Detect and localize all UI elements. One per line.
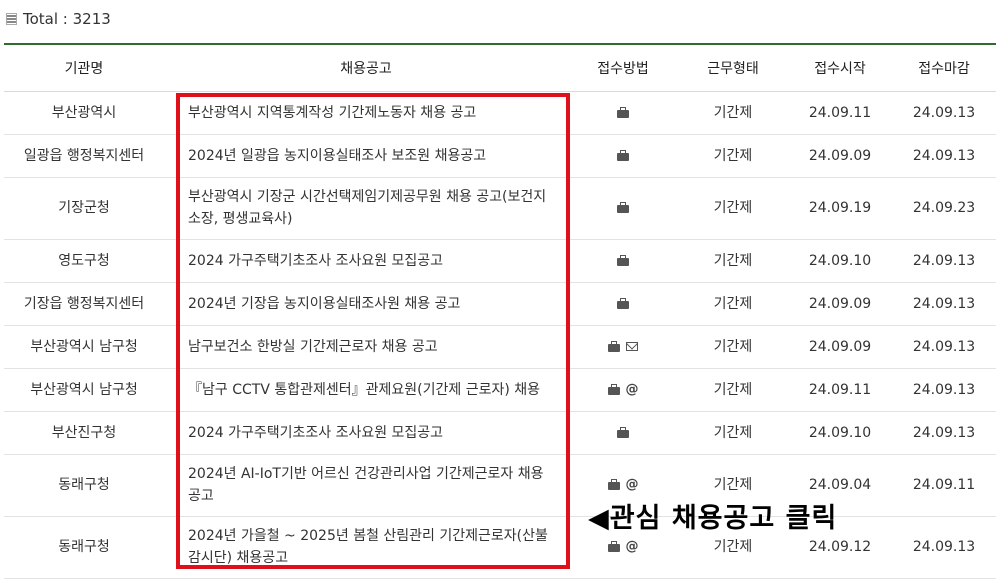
col-header-title: 채용공고	[164, 43, 568, 92]
briefcase-icon	[607, 541, 620, 552]
org-cell: 영도구청	[4, 239, 164, 283]
at-icon: @	[625, 539, 639, 554]
method-cell	[568, 134, 678, 178]
end-date-cell: 24.09.13	[892, 368, 996, 412]
work-type-cell: 기간제	[678, 177, 788, 240]
table-row[interactable]: 부산광역시 남구청 남구보건소 한방실 기간제근로자 채용 공고 기간제 24.09.…	[4, 325, 996, 369]
col-header-end: 접수마감	[892, 43, 996, 92]
end-date-cell: 24.09.13	[892, 282, 996, 326]
list-icon	[6, 13, 17, 25]
table-row[interactable]: 동래구청 2024년 가을철 ~ 2025년 봄철 산림관리 기간제근로자(산불감…	[4, 516, 996, 579]
end-date-cell: 24.09.13	[892, 411, 996, 455]
start-date-cell: 24.09.09	[788, 134, 892, 178]
org-cell: 부산광역시 남구청	[4, 368, 164, 412]
work-type-cell: 기간제	[678, 91, 788, 135]
table-row[interactable]: 부산광역시 남구청 『남구 CCTV 통합관제센터』관제요원(기간제 근로자) 채…	[4, 368, 996, 412]
mail-icon	[626, 342, 638, 351]
org-cell: 부산광역시 남구청	[4, 325, 164, 369]
org-cell: 부산진구청	[4, 411, 164, 455]
method-cell	[568, 282, 678, 326]
col-header-org: 기관명	[4, 43, 164, 92]
job-title-link[interactable]: 남구보건소 한방실 기간제근로자 채용 공고	[164, 325, 568, 369]
briefcase-icon	[607, 479, 620, 490]
work-type-cell: 기간제	[678, 134, 788, 178]
end-date-cell: 24.09.13	[892, 239, 996, 283]
table-row[interactable]: 영도구청 2024 가구주택기초조사 조사요원 모집공고 기간제 24.09.10 24…	[4, 239, 996, 283]
col-header-start: 접수시작	[788, 43, 892, 92]
table-row[interactable]: 기장군청 부산광역시 기장군 시간선택제임기제공무원 채용 공고(보건지소장, 평…	[4, 177, 996, 240]
method-cell	[568, 325, 678, 369]
callout-annotation: ◀관심 채용공고 클릭	[588, 503, 838, 534]
job-title-link[interactable]: 2024년 AI-IoT기반 어르신 건강관리사업 기간제근로자 채용 공고	[164, 454, 568, 517]
org-cell: 기장읍 행정복지센터	[4, 282, 164, 326]
briefcase-icon	[617, 297, 629, 309]
method-cell	[568, 177, 678, 240]
table-header: 기관명 채용공고 접수방법 근무형태 접수시작 접수마감	[4, 43, 996, 92]
end-date-cell: 24.09.11	[892, 454, 996, 517]
start-date-cell: 24.09.11	[788, 368, 892, 412]
work-type-cell: 기간제	[678, 325, 788, 369]
briefcase-icon	[617, 426, 629, 438]
table-row[interactable]: 일광읍 행정복지센터 2024년 일광읍 농지이용실태조사 보조원 채용공고 기간제…	[4, 134, 996, 178]
briefcase-icon	[608, 340, 620, 352]
org-cell: 부산광역시	[4, 91, 164, 135]
at-icon: @	[625, 381, 639, 397]
work-type-cell: 기간제	[678, 239, 788, 283]
briefcase-icon	[617, 106, 629, 118]
start-date-cell: 24.09.11	[788, 91, 892, 135]
briefcase-icon	[617, 149, 629, 161]
end-date-cell: 24.09.13	[892, 516, 996, 579]
start-date-cell: 24.09.10	[788, 239, 892, 283]
total-count: Total : 3213	[6, 8, 111, 30]
briefcase-icon	[617, 202, 629, 213]
end-date-cell: 24.09.13	[892, 91, 996, 135]
work-type-cell: 기간제	[678, 282, 788, 326]
job-postings-table: 기관명 채용공고 접수방법 근무형태 접수시작 접수마감 부산광역시 부산광역시 …	[4, 43, 996, 579]
method-cell	[568, 239, 678, 283]
end-date-cell: 24.09.23	[892, 177, 996, 240]
org-cell: 동래구청	[4, 454, 164, 517]
job-title-link[interactable]: 부산광역시 지역통계작성 기간제노동자 채용 공고	[164, 91, 568, 135]
org-cell: 일광읍 행정복지센터	[4, 134, 164, 178]
method-cell: @	[568, 368, 678, 412]
table-row[interactable]: 동래구청 2024년 AI-IoT기반 어르신 건강관리사업 기간제근로자 채용 …	[4, 454, 996, 517]
briefcase-icon	[617, 254, 629, 266]
start-date-cell: 24.09.09	[788, 325, 892, 369]
total-label: Total : 3213	[23, 10, 111, 28]
table-row[interactable]: 부산광역시 부산광역시 지역통계작성 기간제노동자 채용 공고 기간제 24.09.1…	[4, 91, 996, 135]
job-title-link[interactable]: 『남구 CCTV 통합관제센터』관제요원(기간제 근로자) 채용	[164, 368, 568, 412]
table-body: 부산광역시 부산광역시 지역통계작성 기간제노동자 채용 공고 기간제 24.09.1…	[4, 91, 996, 579]
table-row[interactable]: 기장읍 행정복지센터 2024년 기장읍 농지이용실태조사원 채용 공고 기간제 24…	[4, 282, 996, 326]
at-icon: @	[625, 477, 639, 492]
work-type-cell: 기간제	[678, 368, 788, 412]
method-cell	[568, 91, 678, 135]
col-header-type: 근무형태	[678, 43, 788, 92]
col-header-method: 접수방법	[568, 43, 678, 92]
job-title-link[interactable]: 2024 가구주택기초조사 조사요원 모집공고	[164, 239, 568, 283]
org-cell: 기장군청	[4, 177, 164, 240]
org-cell: 동래구청	[4, 516, 164, 579]
job-title-link[interactable]: 2024 가구주택기초조사 조사요원 모집공고	[164, 411, 568, 455]
end-date-cell: 24.09.13	[892, 325, 996, 369]
job-title-link[interactable]: 2024년 기장읍 농지이용실태조사원 채용 공고	[164, 282, 568, 326]
job-title-link[interactable]: 2024년 가을철 ~ 2025년 봄철 산림관리 기간제근로자(산불감시단) …	[164, 516, 568, 579]
job-title-link[interactable]: 2024년 일광읍 농지이용실태조사 보조원 채용공고	[164, 134, 568, 178]
job-title-link[interactable]: 부산광역시 기장군 시간선택제임기제공무원 채용 공고(보건지소장, 평생교육사…	[164, 177, 568, 240]
work-type-cell: 기간제	[678, 411, 788, 455]
start-date-cell: 24.09.10	[788, 411, 892, 455]
start-date-cell: 24.09.19	[788, 177, 892, 240]
briefcase-icon	[607, 383, 620, 395]
method-cell	[568, 411, 678, 455]
start-date-cell: 24.09.09	[788, 282, 892, 326]
end-date-cell: 24.09.13	[892, 134, 996, 178]
table-row[interactable]: 부산진구청 2024 가구주택기초조사 조사요원 모집공고 기간제 24.09.10 2…	[4, 411, 996, 455]
